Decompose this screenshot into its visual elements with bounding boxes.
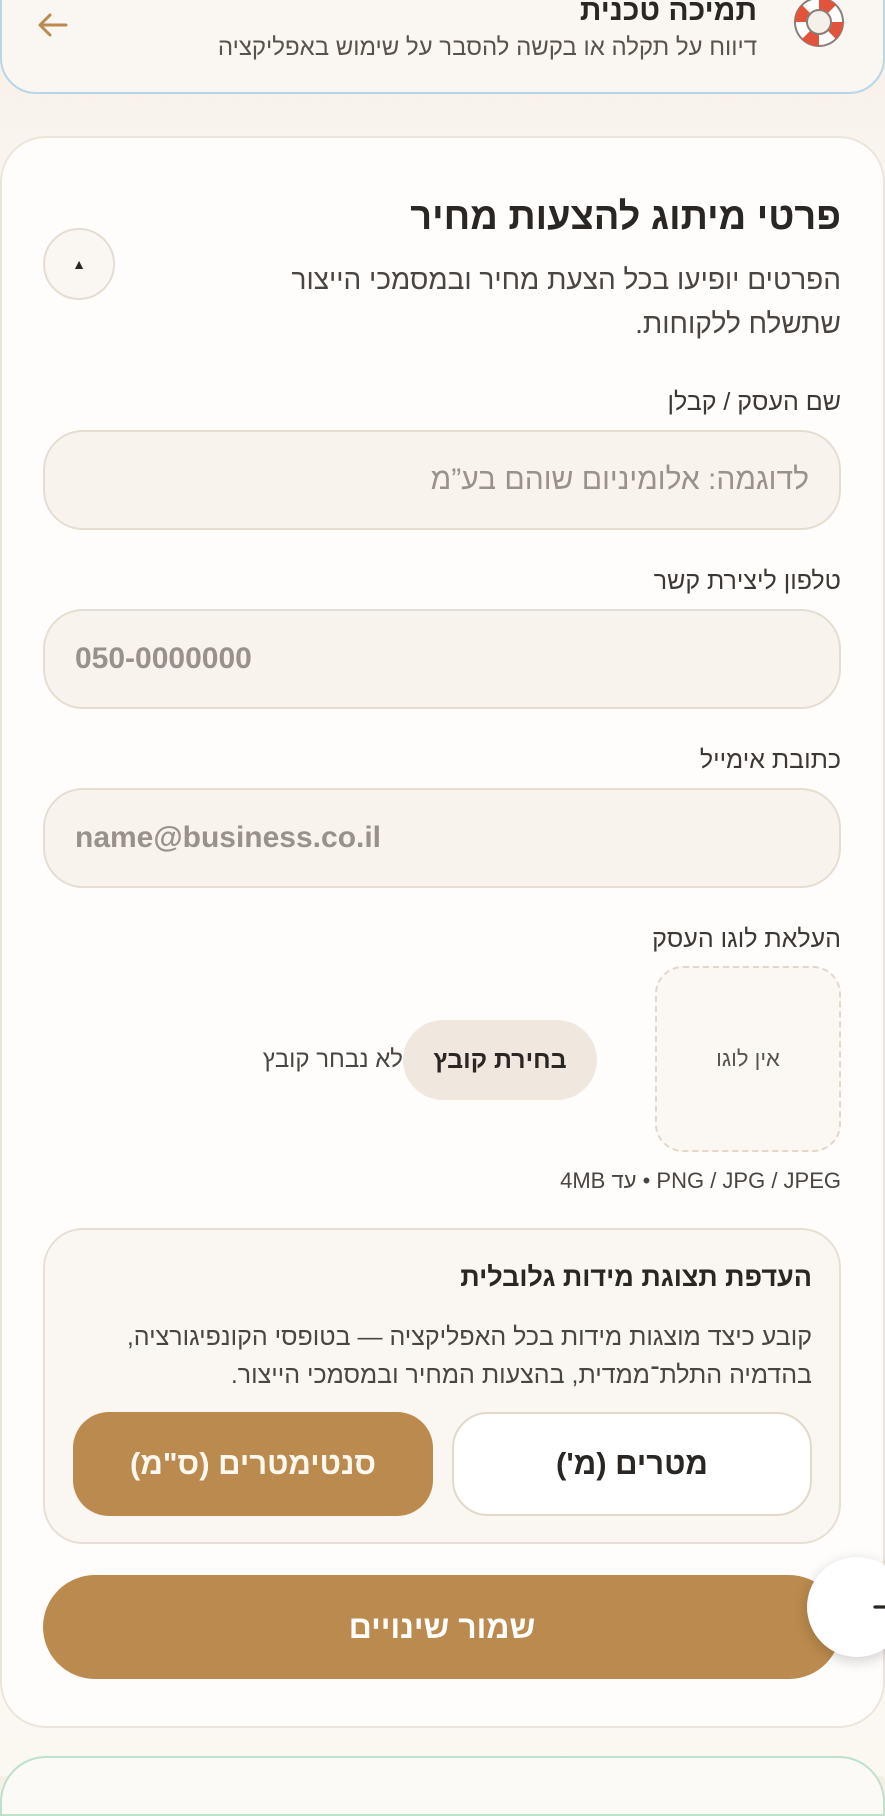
business-name-field-box [43, 430, 841, 530]
section-title: פרטי מיתוג להצעות מחיר [410, 196, 841, 238]
collapse-button[interactable]: ▲ [43, 228, 115, 300]
save-changes-button[interactable]: שמור שינויים [43, 1575, 841, 1679]
email-field-box [43, 788, 841, 888]
logo-empty-text: אין לוגו [716, 1046, 780, 1071]
logo-preview: אין לוגו [655, 966, 841, 1152]
no-file-text: לא נבחר קובץ [262, 1046, 403, 1073]
email-input[interactable] [45, 790, 839, 886]
phone-input[interactable] [45, 611, 839, 707]
support-subtitle: דיווח על תקלה או בקשה להסבר על שימוש באפ… [217, 34, 757, 61]
phone-field-box [43, 609, 841, 709]
unit-preference-description: קובע כיצד מוצגות מידות בכל האפליקציה — ב… [126, 1323, 812, 1389]
file-format-hint: PNG / JPG / JPEG • עד 4MB [560, 1168, 841, 1193]
business-name-label: שם העסק / קבלן [667, 388, 841, 416]
email-label: כתובת אימייל [699, 746, 841, 774]
phone-label: טלפון ליצירת קשר [653, 567, 841, 595]
arrow-left-icon[interactable] [36, 8, 70, 42]
next-card-peek [0, 1756, 885, 1816]
lifebuoy-icon [794, 0, 844, 47]
business-name-input[interactable] [45, 432, 839, 528]
support-title: תמיכה טכנית [579, 0, 757, 27]
choose-file-button[interactable]: בחירת קובץ [403, 1020, 597, 1100]
section-description: הפרטים יופיעו בכל הצעת מחיר ובמסמכי הייצ… [291, 264, 842, 339]
logo-upload-label: העלאת לוגו העסק [652, 925, 841, 953]
unit-preference-title: העדפת תצוגת מידות גלובלית [460, 1262, 812, 1292]
arrow-right-icon [873, 1605, 885, 1609]
centimeters-option-button[interactable]: סנטימטרים (ס"מ) [73, 1412, 433, 1516]
triangle-up-icon: ▲ [72, 256, 86, 272]
meters-option-button[interactable]: מטרים (מ') [452, 1412, 812, 1516]
